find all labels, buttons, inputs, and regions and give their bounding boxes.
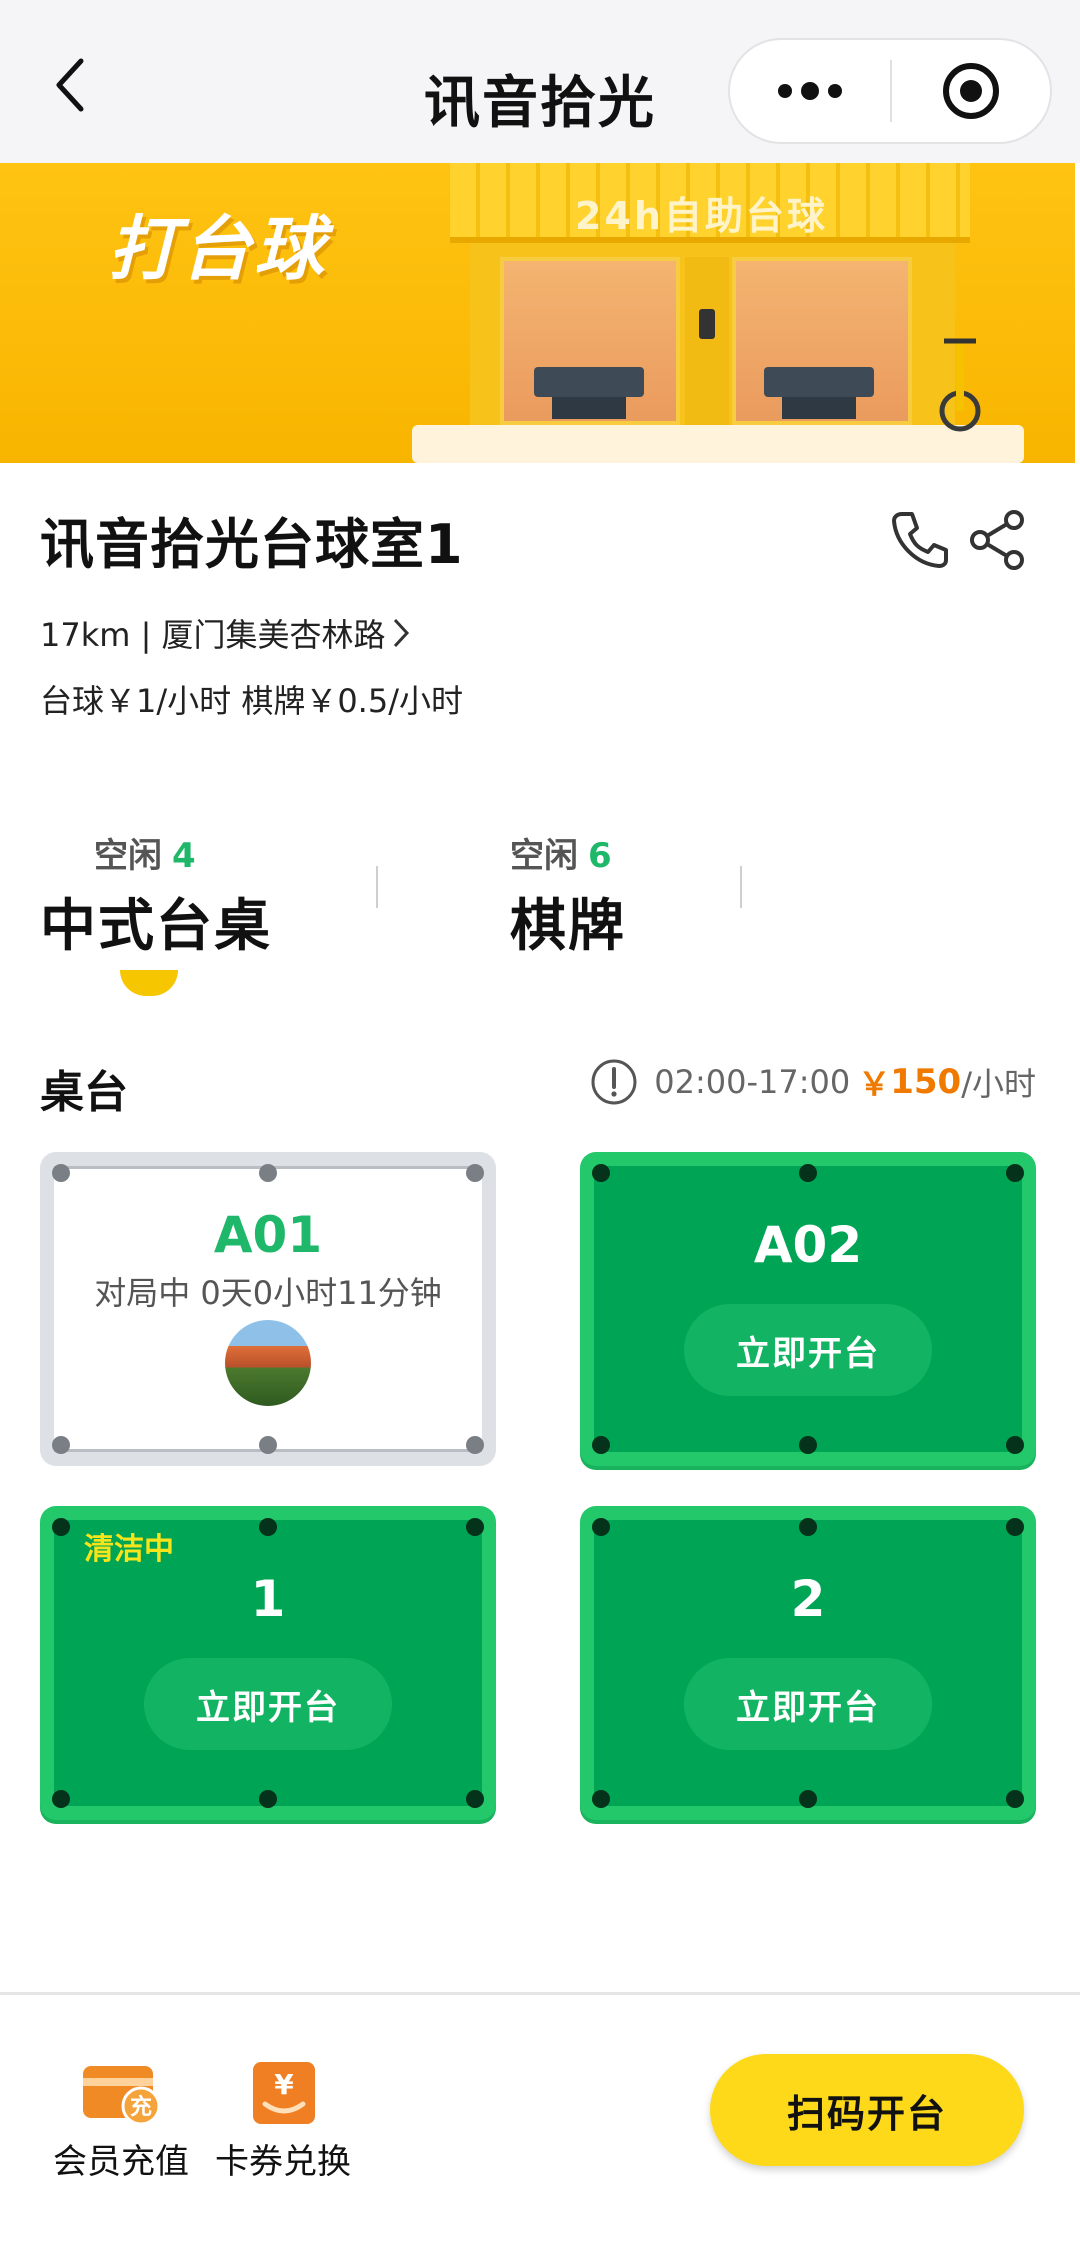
table-card-1: 清洁中 1 立即开台	[40, 1506, 496, 1820]
open-table-button[interactable]: 立即开台	[144, 1658, 392, 1750]
pocket	[259, 1436, 277, 1454]
more-button[interactable]	[730, 40, 890, 142]
pocket	[592, 1790, 610, 1808]
pocket	[52, 1518, 70, 1536]
scan-to-open-button[interactable]: 扫码开台	[710, 2054, 1024, 2166]
member-recharge-button[interactable]: 充 会员充值	[46, 2060, 196, 2183]
idle-count: 6	[588, 836, 612, 876]
target-close-icon	[943, 63, 999, 119]
coupon-label: 卡券兑换	[215, 2142, 351, 2182]
idle-summary: 空闲 6	[510, 828, 626, 877]
pocket	[259, 1518, 277, 1536]
pocket	[466, 1790, 484, 1808]
table-card-a01[interactable]: A01 对局中 0天0小时11分钟	[40, 1152, 496, 1466]
recharge-icon-text: 充	[130, 2094, 152, 2120]
phone-icon	[892, 512, 948, 568]
idle-label: 空闲	[510, 836, 578, 876]
active-tab-indicator	[120, 970, 178, 996]
section-title: 桌台	[40, 1067, 128, 1118]
shop-door	[685, 257, 729, 425]
shop-window	[500, 257, 680, 425]
pocket	[259, 1790, 277, 1808]
idle-summary: 空闲 4	[40, 828, 272, 877]
tab-label: 棋牌	[510, 894, 626, 959]
idle-label: 空闲	[94, 836, 162, 876]
coupon-icon: ¥	[243, 2060, 323, 2128]
player-avatar	[225, 1320, 311, 1406]
navigation-bar: 讯音拾光	[0, 0, 1080, 163]
recharge-card-icon: 充	[81, 2060, 161, 2128]
bottom-bar-divider	[0, 1992, 1080, 1995]
table-number: 2	[790, 1570, 826, 1628]
mini-pool-table-icon	[534, 367, 644, 419]
table-number: 1	[250, 1570, 286, 1628]
open-table-button[interactable]: 立即开台	[684, 1304, 932, 1396]
banner-headline: 打台球	[108, 208, 327, 290]
coupon-icon-text: ¥	[274, 2068, 294, 2101]
tab-divider	[740, 866, 742, 908]
business-hours: 02:00-17:00 ￥ 150 /小时	[590, 1058, 1036, 1106]
pocket	[466, 1518, 484, 1536]
shop-sign: 24h自助台球	[575, 194, 828, 238]
table-status: 对局中 0天0小时11分钟	[94, 1274, 442, 1312]
shop-illustration	[470, 243, 955, 428]
pocket	[799, 1164, 817, 1182]
mini-pool-table-icon	[764, 367, 874, 419]
pocket	[592, 1436, 610, 1454]
store-address-link[interactable]: 17km | 厦门集美杏林路	[40, 610, 412, 656]
pocket	[52, 1790, 70, 1808]
table-card-2: 2 立即开台	[580, 1506, 1036, 1820]
price-value: 150	[890, 1062, 962, 1102]
price-symbol: ￥	[858, 1065, 891, 1103]
cleaning-badge: 清洁中	[84, 1532, 174, 1567]
table-number: A02	[753, 1216, 863, 1274]
pocket	[466, 1436, 484, 1454]
shop-window	[732, 257, 912, 425]
share-button[interactable]	[966, 508, 1030, 572]
pocket	[799, 1790, 817, 1808]
pocket	[466, 1164, 484, 1182]
chevron-right-icon	[393, 618, 409, 648]
mini-program-capsule	[728, 38, 1052, 144]
tab-divider	[376, 866, 378, 908]
store-address: 17km | 厦门集美杏林路	[40, 616, 386, 654]
pocket	[52, 1164, 70, 1182]
store-prices: 台球￥1/小时 棋牌￥0.5/小时	[40, 682, 463, 720]
pocket	[799, 1518, 817, 1536]
open-table-button[interactable]: 立即开台	[684, 1658, 932, 1750]
tab-chess-cards[interactable]: 空闲 6 棋牌	[510, 828, 626, 962]
call-button[interactable]	[888, 508, 952, 572]
share-icon	[970, 510, 1024, 570]
pocket	[592, 1518, 610, 1536]
pocket	[799, 1436, 817, 1454]
pocket	[1006, 1518, 1024, 1536]
store-name: 讯音拾光台球室1	[40, 513, 464, 576]
info-icon	[591, 1059, 637, 1105]
tab-chinese-pool-tables[interactable]: 空闲 4 中式台桌	[40, 828, 272, 962]
table-number: A01	[213, 1206, 323, 1264]
hours-text: 02:00-17:00	[654, 1063, 851, 1101]
pocket	[52, 1436, 70, 1454]
close-button[interactable]	[892, 40, 1050, 142]
pocket	[592, 1164, 610, 1182]
idle-count: 4	[172, 836, 196, 876]
pocket	[1006, 1164, 1024, 1182]
door-lock-icon	[699, 309, 715, 339]
pocket	[1006, 1436, 1024, 1454]
tab-label: 中式台桌	[40, 894, 272, 959]
price-unit: /小时	[961, 1065, 1036, 1103]
pocket	[259, 1164, 277, 1182]
coupon-exchange-button[interactable]: ¥ 卡券兑换	[208, 2060, 358, 2183]
store-banner: 打台球 24h自助台球	[0, 163, 1075, 463]
bicycle-icon	[939, 338, 981, 432]
table-card-a02: A02 立即开台	[580, 1152, 1036, 1466]
recharge-label: 会员充值	[53, 2142, 189, 2182]
more-dots-icon	[778, 82, 842, 100]
pocket	[1006, 1790, 1024, 1808]
